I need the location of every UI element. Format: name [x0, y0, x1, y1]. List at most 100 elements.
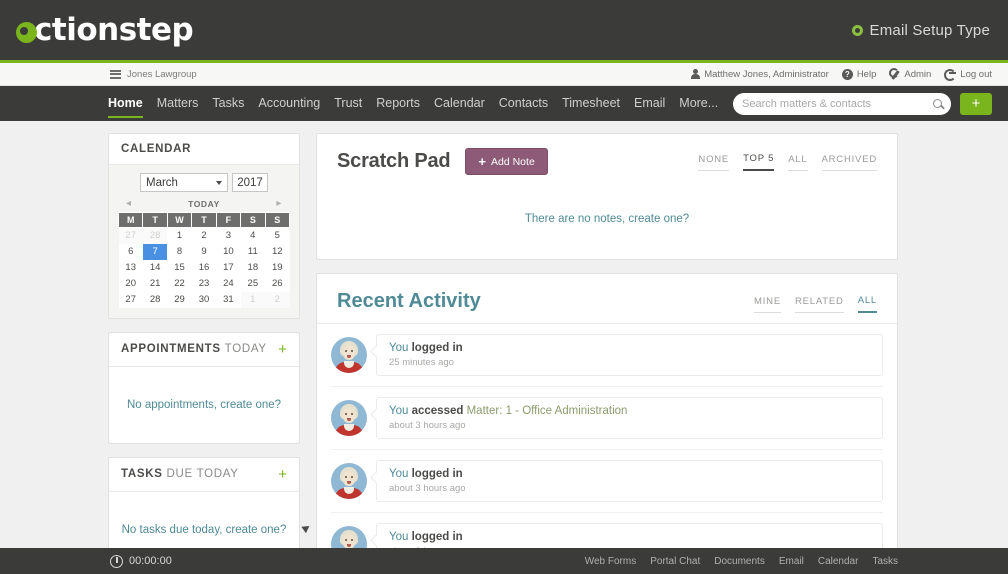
footer-link-tasks[interactable]: Tasks [872, 556, 898, 567]
scratchpad-tab-archived[interactable]: ARCHIVED [821, 154, 877, 171]
activity-actor[interactable]: You [389, 342, 408, 354]
month-select[interactable]: March [140, 173, 228, 192]
calendar-day[interactable]: 27 [118, 227, 143, 244]
scratchpad-tab-none[interactable]: NONE [698, 154, 730, 171]
nav-item-email[interactable]: Email [634, 86, 665, 121]
calendar-day[interactable]: 8 [167, 243, 192, 260]
tasks-empty-link[interactable]: No tasks due today, create one? [119, 506, 289, 554]
calendar-day[interactable]: 29 [167, 291, 192, 308]
nav-item-accounting[interactable]: Accounting [258, 86, 320, 121]
calendar-day[interactable]: 27 [118, 291, 143, 308]
tasks-header: TASKS DUE TODAY + [109, 458, 299, 492]
admin-link[interactable]: Admin [889, 67, 931, 80]
prev-month-button[interactable]: ◂ [126, 198, 132, 209]
calendar-day[interactable]: 26 [265, 275, 290, 292]
calendar-day[interactable]: 17 [216, 259, 241, 276]
calendar-day[interactable]: 9 [191, 243, 217, 260]
activity-actor[interactable]: You [389, 531, 408, 543]
activity-item[interactable]: You logged in 25 minutes ago [331, 324, 883, 387]
year-field[interactable]: 2017 [232, 173, 268, 192]
footer-link-calendar[interactable]: Calendar [818, 556, 859, 567]
today-button[interactable]: TODAY [188, 199, 220, 209]
scratchpad-tab-all[interactable]: ALL [788, 154, 808, 171]
calendar-day[interactable]: 4 [240, 227, 266, 244]
calendar-day[interactable]: 16 [191, 259, 217, 276]
calendar-day[interactable]: 3 [216, 227, 241, 244]
calendar-day[interactable]: 1 [167, 227, 192, 244]
calendar-day[interactable]: 1 [240, 291, 266, 308]
scratchpad-tab-top5[interactable]: TOP 5 [743, 153, 775, 171]
calendar-week-row: 27 28 29 30 31 1 2 [118, 291, 290, 308]
calendar-day[interactable]: 20 [118, 275, 143, 292]
calendar-day[interactable]: 21 [142, 275, 168, 292]
email-setup-type-link[interactable]: Email Setup Type [851, 22, 991, 39]
calendar-day[interactable]: 28 [142, 227, 168, 244]
weekday-header: W [166, 212, 193, 228]
calendar-day[interactable]: 18 [240, 259, 266, 276]
logout-link[interactable]: Log out [944, 68, 992, 81]
calendar-day[interactable]: 11 [240, 243, 266, 260]
calendar-day-selected[interactable]: 7 [142, 243, 168, 260]
calendar-day[interactable]: 14 [142, 259, 168, 276]
nav-item-timesheet[interactable]: Timesheet [562, 86, 620, 121]
calendar-day[interactable]: 28 [142, 291, 168, 308]
org-switcher[interactable]: Jones Lawgroup [110, 69, 197, 80]
appointments-empty-link[interactable]: No appointments, create one? [119, 381, 289, 429]
calendar-day[interactable]: 31 [216, 291, 241, 308]
plus-icon: + [478, 154, 486, 169]
content-area: CALENDAR March 2017 ◂ TODAY ▸ M T W T F … [0, 121, 1008, 574]
calendar-day[interactable]: 13 [118, 259, 143, 276]
footer-link-email[interactable]: Email [779, 556, 804, 567]
add-note-button[interactable]: + Add Note [465, 148, 548, 175]
calendar-day[interactable]: 24 [216, 275, 241, 292]
calendar-day-rows: 27 28 1 2 3 4 5 6 7 8 9 10 11 12 13 14 15 16 17 18 19 20 21 22 2… [118, 227, 290, 308]
activity-tab-all[interactable]: ALL [857, 295, 877, 313]
calendar-day[interactable]: 15 [167, 259, 192, 276]
nav-item-contacts[interactable]: Contacts [499, 86, 548, 121]
activity-actor[interactable]: You [389, 405, 408, 417]
activity-item[interactable]: You logged in about 3 hours ago [331, 450, 883, 513]
scratch-pad-empty-link[interactable]: There are no notes, create one? [317, 187, 897, 259]
calendar-day[interactable]: 30 [191, 291, 217, 308]
calendar-day[interactable]: 19 [265, 259, 290, 276]
add-note-label: Add Note [491, 155, 535, 168]
activity-tab-mine[interactable]: MINE [754, 296, 781, 313]
activity-detail-link[interactable]: Matter: 1 - Office Administration [463, 405, 628, 417]
search-icon[interactable] [933, 99, 942, 108]
nav-item-calendar[interactable]: Calendar [434, 86, 485, 121]
calendar-day[interactable]: 5 [265, 227, 290, 244]
next-month-button[interactable]: ▸ [276, 198, 282, 209]
calendar-day[interactable]: 25 [240, 275, 266, 292]
timer-widget[interactable]: 00:00:00 [110, 554, 172, 568]
quick-add-button[interactable]: + [960, 92, 992, 115]
nav-item-reports[interactable]: Reports [376, 86, 420, 121]
help-link[interactable]: ? Help [841, 68, 876, 80]
user-menu[interactable]: Matthew Jones, Administrator [691, 69, 829, 80]
nav-item-matters[interactable]: Matters [157, 86, 199, 121]
calendar-day[interactable]: 10 [216, 243, 241, 260]
nav-item-trust[interactable]: Trust [334, 86, 362, 121]
footer-link-portalchat[interactable]: Portal Chat [650, 556, 700, 567]
nav-item-home[interactable]: Home [108, 86, 143, 121]
calendar-widget-header: CALENDAR [109, 134, 299, 165]
footer-link-documents[interactable]: Documents [714, 556, 765, 567]
add-appointment-button[interactable]: + [278, 342, 287, 357]
calendar-day[interactable]: 2 [265, 291, 290, 308]
nav-item-tasks[interactable]: Tasks [212, 86, 244, 121]
search-input[interactable] [742, 97, 933, 110]
add-task-button[interactable]: + [278, 467, 287, 482]
calendar-day[interactable]: 23 [191, 275, 217, 292]
activity-tab-related[interactable]: RELATED [794, 296, 844, 313]
footer-link-webforms[interactable]: Web Forms [585, 556, 637, 567]
actionstep-logo[interactable]: ctionstep [16, 10, 194, 50]
calendar-day[interactable]: 6 [118, 243, 143, 260]
search-box[interactable] [733, 92, 951, 115]
calendar-day[interactable]: 2 [191, 227, 217, 244]
calendar-day[interactable]: 12 [265, 243, 290, 260]
activity-actor[interactable]: You [389, 468, 408, 480]
calendar-body: March 2017 ◂ TODAY ▸ MTWTFSS 27 28 1 2 3 4 5 6 7… [109, 165, 299, 318]
nav-item-more[interactable]: More... [679, 86, 718, 121]
activity-item[interactable]: You accessed Matter: 1 - Office Administ… [331, 387, 883, 450]
calendar-day[interactable]: 22 [167, 275, 192, 292]
main-column: Scratch Pad + Add Note NONE TOP 5 ALL ARCHI… [300, 133, 1008, 574]
